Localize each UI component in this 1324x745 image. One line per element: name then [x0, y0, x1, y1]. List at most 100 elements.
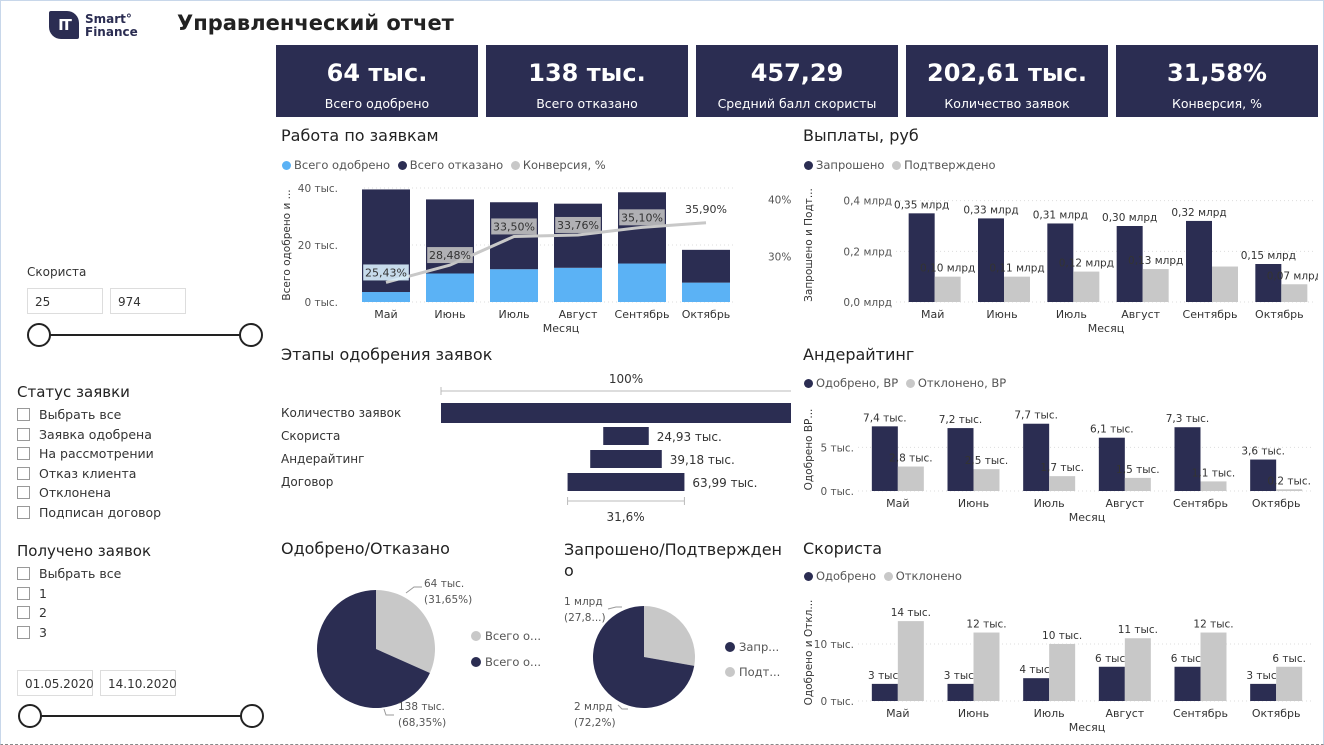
status-slicer-title: Статус заявки: [17, 383, 130, 401]
data-label: 12 тыс.: [1193, 619, 1233, 631]
date-slider-track[interactable]: [30, 715, 252, 717]
data-label: 2 млрд: [574, 701, 613, 713]
y-axis-label: Одобрено и Откл...: [803, 600, 815, 706]
leader-line: [617, 704, 628, 710]
status-option[interactable]: Подписан договор: [17, 503, 161, 523]
date-start-input[interactable]: 01.05.2020: [17, 670, 94, 696]
status-option[interactable]: Отклонена: [17, 483, 161, 503]
x-tick-label: Май: [886, 497, 909, 510]
checkbox-icon: [17, 466, 30, 480]
bar: [1200, 632, 1227, 701]
x-tick-label: Сентябрь: [1173, 497, 1228, 510]
bar: [978, 218, 1004, 302]
x-tick-label: Сентябрь: [1183, 308, 1238, 321]
kpi-label: Количество заявок: [944, 96, 1070, 111]
legend-label: Всего о...: [485, 655, 541, 669]
chart-applications[interactable]: 40 тыс. 20 тыс. 0 тыс. 40% 30% Всего одобрено…: [276, 176, 791, 341]
y-axis-label: Одобрено ВР...: [803, 409, 815, 491]
status-option[interactable]: Отказ клиента: [17, 464, 161, 484]
data-label: 1 млрд: [564, 596, 603, 608]
received-option[interactable]: 1: [17, 584, 121, 604]
chart-approved-pie[interactable]: 64 тыс. (31,65%) 138 тыс. (68,35%) Всего о..…: [276, 571, 561, 731]
legend-dot: [282, 161, 291, 170]
funnel-bar: [590, 450, 662, 468]
bar-rejected: [682, 249, 730, 283]
data-label: 24,93 тыс.: [657, 430, 722, 444]
y-tick-label: 20 тыс.: [298, 240, 338, 252]
legend-dot: [892, 161, 902, 170]
received-option[interactable]: Выбрать все: [17, 564, 121, 584]
legend-dot: [725, 667, 735, 677]
date-slider-end-handle[interactable]: [240, 704, 264, 728]
chart-title-scoring: Скориста: [803, 539, 883, 558]
bar: [1049, 643, 1076, 701]
bar: [1049, 476, 1076, 491]
x-tick-label: Октябрь: [682, 308, 731, 321]
checkbox-icon: [17, 505, 30, 519]
checkbox-icon: [17, 486, 30, 500]
scoring-slider-min-handle[interactable]: [27, 323, 51, 347]
kpi-card-avg-score[interactable]: 457,29 Средний балл скористы: [696, 45, 898, 117]
data-label: 63,99 тыс.: [692, 476, 757, 490]
data-label: (27,8...): [564, 612, 606, 624]
chart-funnel[interactable]: 100% Количество заявок Скориста 24,93 тыс. А…: [276, 366, 791, 531]
received-option[interactable]: 2: [17, 603, 121, 623]
x-tick-label: Август: [1121, 308, 1160, 321]
data-label: 0,12 млрд: [1059, 258, 1114, 270]
date-slider-start-handle[interactable]: [18, 704, 42, 728]
status-option[interactable]: Заявка одобрена: [17, 425, 161, 445]
bar: [1098, 666, 1125, 701]
kpi-label: Средний балл скористы: [717, 96, 877, 111]
x-tick-label: Июль: [498, 308, 529, 321]
x-axis-label: Месяц: [1069, 511, 1105, 524]
data-label: 0,13 млрд: [1128, 255, 1183, 267]
chart-underwriting[interactable]: 5 тыс. 0 тыс. Одобрено ВР... 7,4 тыс. 2,8 ты…: [798, 396, 1318, 531]
funnel-bar: [567, 473, 685, 491]
kpi-card-applications[interactable]: 202,61 тыс. Количество заявок: [906, 45, 1108, 117]
kpi-card-approved[interactable]: 64 тыс. Всего одобрено: [276, 45, 478, 117]
bar: [1250, 683, 1277, 701]
data-label: 7,7 тыс.: [1014, 410, 1058, 422]
legend-label: Запр...: [739, 640, 779, 654]
funnel-category-label: Андерайтинг: [281, 452, 364, 466]
kpi-label: Всего одобрено: [324, 96, 430, 111]
page-title: Управленческий отчет: [177, 11, 454, 35]
kpi-value: 64 тыс.: [326, 59, 428, 87]
chart-payouts[interactable]: 0,4 млрд 0,2 млрд 0,0 млрд Запрошено и Подт…: [798, 176, 1318, 341]
scoring-slider-max-handle[interactable]: [239, 323, 263, 347]
data-label: 3 тыс.: [868, 670, 902, 682]
y-axis-label: Запрошено и Подт...: [803, 188, 815, 302]
status-option[interactable]: Выбрать все: [17, 405, 161, 425]
bar-approved: [618, 263, 666, 302]
bar: [1276, 489, 1303, 491]
chart-requested-pie[interactable]: 1 млрд (27,8...) 2 млрд (72,2%) Запр... Подт.…: [556, 571, 796, 731]
chart-scoring[interactable]: 10 тыс. 0 тыс. Одобрено и Откл... 3 тыс. 14 …: [798, 586, 1318, 741]
kpi-value: 202,61 тыс.: [927, 59, 1087, 87]
scoring-max-input[interactable]: 974: [110, 288, 186, 314]
data-label: 35,10%: [621, 211, 663, 224]
data-label: 1,1 тыс.: [1192, 467, 1236, 479]
bar: [1212, 266, 1238, 302]
scoring-min-input[interactable]: 25: [27, 288, 103, 314]
received-option[interactable]: 3: [17, 623, 121, 643]
kpi-card-conversion[interactable]: 31,58% Конверсия, %: [1116, 45, 1318, 117]
x-tick-label: Май: [886, 707, 909, 720]
scoring-slider-track[interactable]: [39, 334, 251, 336]
x-tick-label: Август: [1105, 707, 1144, 720]
bar: [1142, 269, 1169, 302]
data-label: 33,50%: [493, 220, 535, 233]
status-option[interactable]: На рассмотрении: [17, 444, 161, 464]
y-tick-label: 0,4 млрд: [843, 196, 892, 208]
legend-payouts: Запрошено Подтверждено: [804, 158, 996, 172]
legend-dot: [905, 379, 915, 388]
date-end-input[interactable]: 14.10.2020: [100, 670, 177, 696]
legend-label: Подт...: [739, 665, 780, 679]
received-slicer-title: Получено заявок: [17, 542, 152, 560]
leader-line: [607, 606, 622, 610]
data-label: 11 тыс.: [1118, 624, 1158, 636]
x-tick-label: Июль: [1034, 497, 1065, 510]
kpi-card-rejected[interactable]: 138 тыс. Всего отказано: [486, 45, 688, 117]
x-tick-label: Май: [921, 308, 944, 321]
bar: [1004, 276, 1030, 302]
data-label: 0,35 млрд: [894, 199, 949, 211]
